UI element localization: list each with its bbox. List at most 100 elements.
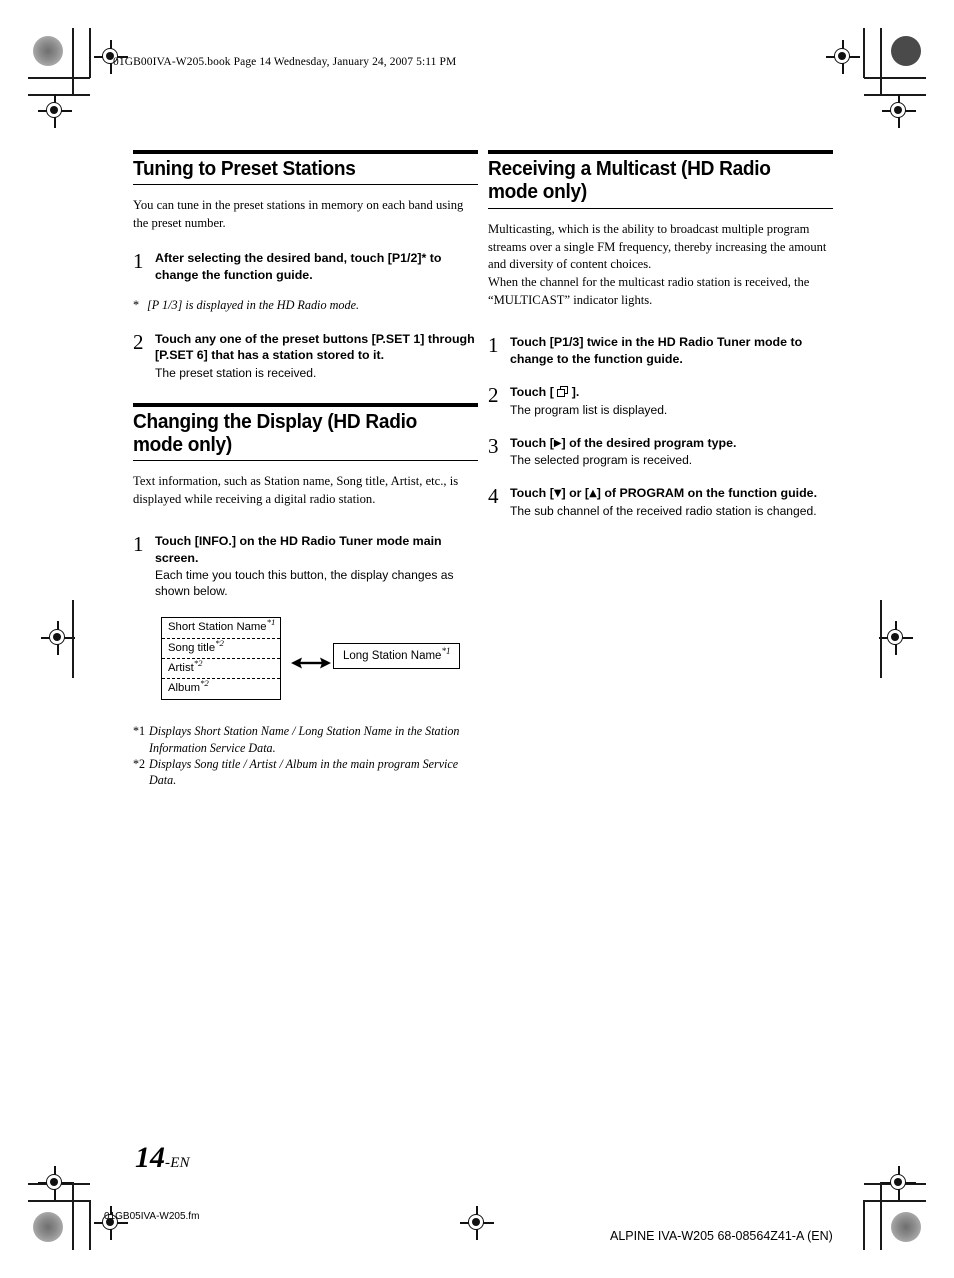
registration-mark-top-right-lower — [882, 94, 916, 128]
display-cycle-row: Short Station Name*1 — [162, 618, 280, 639]
step-title: Touch [INFO.] on the HD Radio Tuner mode… — [155, 533, 478, 566]
step-title-post: ] of the desired program type. — [561, 435, 737, 450]
row-footnote-ref: *2 — [193, 658, 203, 669]
intro-text: You can tune in the preset stations in m… — [133, 198, 464, 231]
step-title: Touch [P1/3] twice in the HD Radio Tuner… — [510, 334, 833, 367]
down-triangle-icon: ▼ — [553, 488, 562, 500]
running-head: 01GB00IVA-W205.book Page 14 Wednesday, J… — [113, 56, 457, 68]
row-label: Album — [168, 682, 201, 695]
step-item: 1 Touch [P1/3] twice in the HD Radio Tun… — [488, 334, 833, 367]
intro-paragraph-tuning: You can tune in the preset stations in m… — [133, 197, 478, 233]
registration-mark-bottom-right — [882, 1166, 916, 1200]
step-title: After selecting the desired band, touch … — [155, 250, 478, 283]
registration-mark-mid-left — [41, 621, 75, 655]
key-label: [P1/3] — [549, 335, 584, 350]
intro-text: Text information, such as Station name, … — [133, 474, 459, 507]
footnote-item: *1 Displays Short Station Name / Long St… — [133, 723, 478, 756]
double-headed-arrow-icon — [291, 655, 331, 671]
step-title-pre: Touch — [510, 335, 550, 350]
heading-text: Tuning to Preset Stations — [133, 157, 356, 180]
step-title-pre: Touch [ — [510, 486, 554, 501]
step-title: Touch [▼] or [▲] of PROGRAM on the funct… — [510, 485, 833, 502]
box-footnote-ref: *1 — [441, 646, 451, 657]
crop-mark-top-left-v2 — [89, 28, 91, 78]
step-title-pre: Touch [ — [510, 435, 554, 450]
page-number-suffix: -EN — [165, 1155, 190, 1171]
display-cycle-row: Album*2 — [162, 679, 280, 698]
footnote-text: Displays Short Station Name / Long Stati… — [149, 724, 460, 755]
crop-mark-mid-left — [72, 600, 74, 678]
intro-text-2: When the channel for the multicast radio… — [488, 275, 810, 308]
halftone-dot-bottom-left — [33, 1212, 63, 1242]
step-title-pre: Touch — [155, 534, 195, 549]
step-title-mid: through — [424, 331, 475, 346]
play-right-triangle-icon: ▶ — [553, 437, 562, 449]
row-footnote-ref: *2 — [215, 637, 224, 648]
step-title: Touch any one of the preset buttons [P.S… — [155, 331, 478, 364]
registration-mark-top-right — [826, 40, 860, 74]
footnote-item: *2 Displays Song title / Artist / Album … — [133, 756, 478, 789]
step-title-pre: After selecting the desired band, touch — [155, 251, 388, 266]
crop-mark-bottom-left-v — [72, 1182, 74, 1250]
registration-mark-bottom-left — [38, 1166, 72, 1200]
step-title-post: ] of PROGRAM on the function guide. — [596, 486, 818, 501]
key-label: [P.SET 6] — [155, 348, 208, 363]
step-item: 1 After selecting the desired band, touc… — [133, 250, 478, 283]
step-title-post: ]. — [568, 385, 580, 400]
page-number-value: 14 — [135, 1141, 165, 1174]
crop-mark-bottom-left-h2 — [28, 1200, 90, 1202]
solid-dot-top-right — [891, 36, 921, 66]
display-cycle-box: Short Station Name*1 Song title*2 Artist… — [161, 617, 281, 700]
key-label: [P1/2] — [387, 251, 422, 266]
row-label: Short Station Name — [168, 621, 267, 634]
crop-mark-top-left-v — [72, 28, 74, 96]
step-item: 3 Touch [▶] of the desired program type.… — [488, 435, 833, 469]
footnote-list: *1 Displays Short Station Name / Long St… — [133, 723, 478, 788]
row-label: Song title — [168, 641, 216, 654]
crop-mark-mid-right — [880, 600, 882, 678]
footer-document-id: ALPINE IVA-W205 68-08564Z41-A (EN) — [610, 1229, 833, 1243]
step-subtext: The program list is displayed. — [510, 402, 668, 417]
step-title-mid: ] or [ — [561, 486, 590, 501]
heading-text: Changing the Display (HD Radio mode only… — [133, 409, 417, 457]
right-column: Receiving a Multicast (HD Radio mode onl… — [488, 150, 833, 519]
step-title: Touch [▶] of the desired program type. — [510, 435, 833, 452]
section-heading-tuning-to-preset-stations: Tuning to Preset Stations — [133, 150, 478, 186]
step-number: 1 — [133, 532, 144, 557]
footnote-text: Displays Song title / Artist / Album in … — [149, 756, 459, 788]
box-label: Long Station Name — [343, 650, 442, 663]
step-item: 1 Touch [INFO.] on the HD Radio Tuner mo… — [133, 533, 478, 599]
crop-mark-top-right-h2 — [864, 77, 926, 79]
step-title-pre: Touch [ — [510, 385, 558, 400]
registration-mark-bottom-center — [460, 1206, 494, 1240]
up-triangle-icon: ▲ — [589, 488, 597, 500]
intro-text-1: Multicasting, which is the ability to br… — [488, 221, 827, 272]
display-cycle-row: Song title*2 — [162, 637, 280, 659]
display-cycle-row: Artist*2 — [162, 658, 280, 680]
footnote-mark: *2 — [133, 756, 146, 771]
registration-mark-mid-right — [879, 621, 913, 655]
step-item: 2 Touch any one of the preset buttons [P… — [133, 331, 478, 381]
step-item: 2 Touch [ ]. The program list is display… — [488, 384, 833, 418]
halftone-dot-top-left — [33, 36, 63, 66]
step-subtext: The sub channel of the received radio st… — [510, 503, 817, 518]
crop-mark-top-right-v — [880, 28, 882, 96]
step-number: 4 — [488, 484, 499, 509]
page-number: 14-EN — [135, 1143, 190, 1173]
key-label: [INFO.] — [194, 534, 236, 549]
step-number: 1 — [488, 333, 499, 358]
step-number: 3 — [488, 433, 499, 458]
footnote-mark: *1 — [133, 724, 146, 739]
section-heading-changing-the-display: Changing the Display (HD Radio mode only… — [133, 402, 478, 462]
intro-paragraph-changing-display: Text information, such as Station name, … — [133, 473, 478, 509]
crop-mark-bottom-left-v2 — [89, 1200, 91, 1250]
crop-mark-bottom-right-v2 — [863, 1200, 865, 1250]
display-flow-diagram: Short Station Name*1 Song title*2 Artist… — [133, 617, 478, 709]
step-item: 4 Touch [▼] or [▲] of PROGRAM on the fun… — [488, 485, 833, 519]
registration-mark-top-left-lower — [38, 94, 72, 128]
step-subtext: The preset station is received. — [155, 365, 317, 380]
intro-paragraph-multicast: Multicasting, which is the ability to br… — [488, 221, 833, 310]
halftone-dot-bottom-right — [891, 1212, 921, 1242]
stacked-pages-icon — [557, 386, 568, 397]
step-number: 1 — [133, 249, 144, 274]
